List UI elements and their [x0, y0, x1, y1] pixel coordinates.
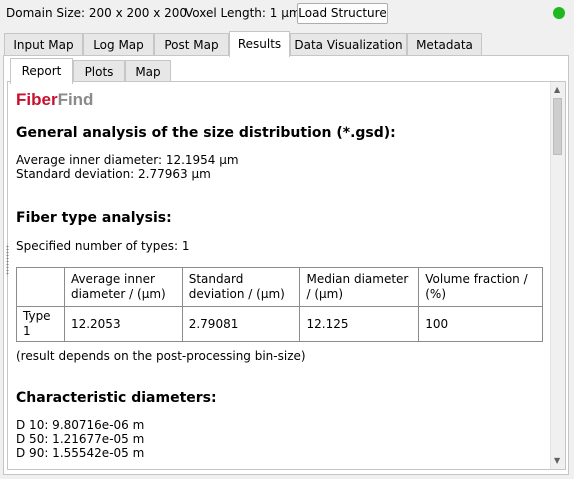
tab-input-map[interactable]: Input Map: [4, 33, 83, 56]
average-inner-diameter: Average inner diameter: 12.1954 µm: [16, 153, 239, 167]
fiber-type-table: Average inner diameter / (µm) Standard d…: [16, 267, 543, 342]
table-header-cell: Average inner diameter / (µm): [63, 267, 183, 307]
table-header-cell: Median diameter / (µm): [299, 267, 420, 307]
report-view[interactable]: FiberFind General analysis of the size d…: [7, 81, 566, 470]
table-header-cell: Standard deviation / (µm): [181, 267, 301, 307]
d90-value: D 90: 1.55542e-05 m: [16, 446, 145, 460]
logo-part-find: Find: [57, 90, 94, 109]
d10-value: D 10: 9.80716e-06 m: [16, 418, 145, 432]
splitter-grip-icon[interactable]: [6, 245, 9, 275]
table-header-cell: [16, 267, 65, 307]
tab-post-map[interactable]: Post Map: [154, 33, 229, 56]
vertical-scrollbar[interactable]: ▲ ▼: [550, 82, 565, 469]
load-structure-button[interactable]: Load Structure: [297, 3, 388, 24]
scrollbar-thumb[interactable]: [553, 98, 562, 155]
tab-results[interactable]: Results: [229, 31, 290, 57]
characteristic-diameters-heading: Characteristic diameters:: [16, 390, 217, 406]
tab-plots[interactable]: Plots: [73, 60, 125, 83]
table-cell: 100: [418, 306, 543, 342]
number-of-types: Specified number of types: 1: [16, 239, 190, 253]
top-bar: Domain Size: 200 x 200 x 200 Voxel Lengt…: [0, 0, 574, 28]
table-cell: 12.2053: [63, 306, 183, 342]
table-cell: 12.125: [299, 306, 420, 342]
fiber-type-heading: Fiber type analysis:: [16, 210, 172, 226]
table-row: Type 1 12.2053 2.79081 12.125 100: [16, 306, 543, 342]
voxel-length-label: Voxel Length: 1 µm: [185, 6, 301, 20]
table-header-row: Average inner diameter / (µm) Standard d…: [16, 267, 543, 307]
scroll-up-icon[interactable]: ▲: [554, 85, 560, 94]
scroll-down-icon[interactable]: ▼: [554, 456, 560, 465]
main-tab-bar: Input Map Log Map Post Map Results Data …: [0, 31, 574, 57]
status-indicator-icon: [553, 7, 565, 19]
standard-deviation: Standard deviation: 2.77963 µm: [16, 167, 211, 181]
tab-map[interactable]: Map: [125, 60, 171, 83]
results-panel: Report Plots Map FiberFind General analy…: [3, 55, 569, 475]
tab-data-visualization[interactable]: Data Visualization: [290, 33, 407, 56]
tab-report[interactable]: Report: [10, 58, 73, 84]
tab-log-map[interactable]: Log Map: [83, 33, 154, 56]
table-cell: 2.79081: [181, 306, 301, 342]
table-cell: Type 1: [16, 306, 65, 342]
tab-metadata[interactable]: Metadata: [407, 33, 482, 56]
table-header-cell: Volume fraction / (%): [418, 267, 543, 307]
sub-tab-bar: Report Plots Map: [7, 58, 567, 84]
fiberfind-logo: FiberFind: [16, 90, 93, 110]
bin-size-note: (result depends on the post-processing b…: [16, 349, 306, 363]
domain-size-label: Domain Size: 200 x 200 x 200: [6, 6, 188, 20]
size-distribution-heading: General analysis of the size distributio…: [16, 125, 396, 141]
logo-part-fiber: Fiber: [16, 90, 58, 109]
d50-value: D 50: 1.21677e-05 m: [16, 432, 145, 446]
